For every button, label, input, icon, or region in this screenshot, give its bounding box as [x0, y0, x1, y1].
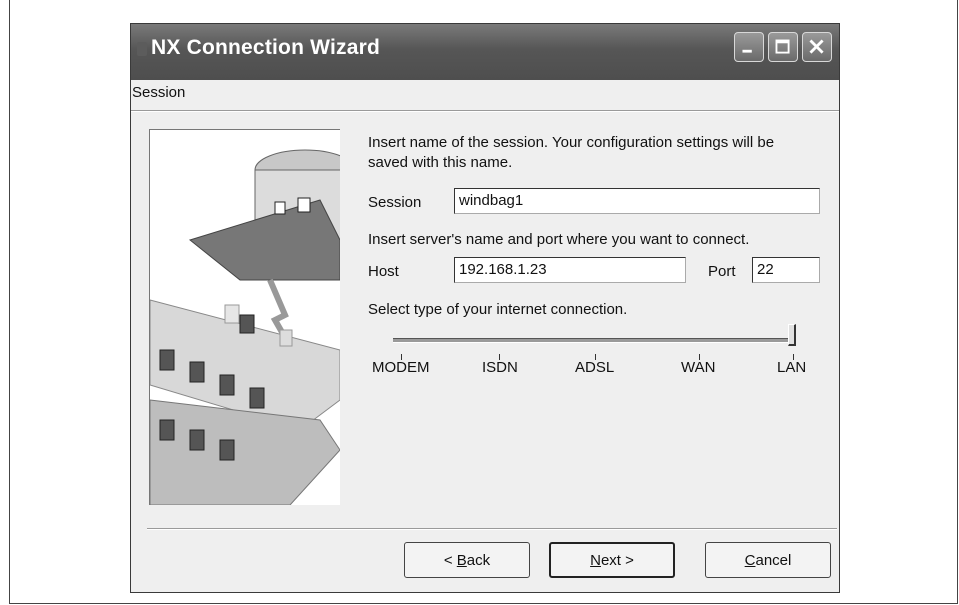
host-input[interactable]: 192.168.1.23: [454, 257, 686, 283]
connection-option-modem[interactable]: MODEM: [372, 359, 430, 376]
next-accelerator: N: [590, 551, 601, 569]
footer-divider: [147, 528, 837, 530]
port-label: Port: [708, 263, 736, 280]
port-input[interactable]: 22: [752, 257, 820, 283]
session-instruction-line1: Insert name of the session. Your configu…: [368, 134, 775, 151]
network-illustration: [149, 129, 356, 506]
close-button[interactable]: [802, 32, 832, 62]
minimize-icon: [742, 49, 752, 53]
maximize-button[interactable]: [768, 32, 798, 62]
back-prefix: <: [443, 551, 457, 569]
server-instruction: Insert server's name and port where you …: [368, 231, 750, 248]
title-bar[interactable]: NX Connection Wizard: [131, 24, 839, 80]
session-instruction-line2: saved with this name.: [368, 154, 513, 171]
connection-option-lan[interactable]: LAN: [777, 359, 806, 376]
header-divider: [131, 110, 839, 112]
section-label: Session: [132, 84, 186, 101]
next-button[interactable]: Next >: [549, 542, 675, 578]
connection-instruction: Select type of your internet connection.: [368, 301, 628, 318]
next-label: ext >: [600, 551, 634, 569]
app-icon: [137, 42, 147, 56]
connection-option-isdn[interactable]: ISDN: [482, 359, 518, 376]
connection-slider-thumb[interactable]: [788, 324, 796, 346]
cancel-label: ancel: [755, 551, 792, 569]
cancel-button[interactable]: Cancel: [705, 542, 831, 578]
connection-option-wan[interactable]: WAN: [681, 359, 715, 376]
window-title: NX Connection Wizard: [151, 36, 380, 59]
host-label: Host: [368, 263, 399, 280]
back-accelerator: B: [456, 551, 467, 569]
back-button[interactable]: < Back: [404, 542, 530, 578]
back-label: ack: [466, 551, 491, 569]
close-icon: [809, 39, 824, 54]
minimize-button[interactable]: [734, 32, 764, 62]
connection-option-adsl[interactable]: ADSL: [575, 359, 614, 376]
session-label: Session: [368, 194, 422, 211]
session-input[interactable]: windbag1: [454, 188, 820, 214]
maximize-icon: [775, 39, 790, 54]
cancel-accelerator: C: [744, 551, 756, 569]
wizard-window: NX Connection Wizard Session Insert name…: [130, 23, 840, 593]
connection-slider-track[interactable]: [393, 338, 790, 343]
